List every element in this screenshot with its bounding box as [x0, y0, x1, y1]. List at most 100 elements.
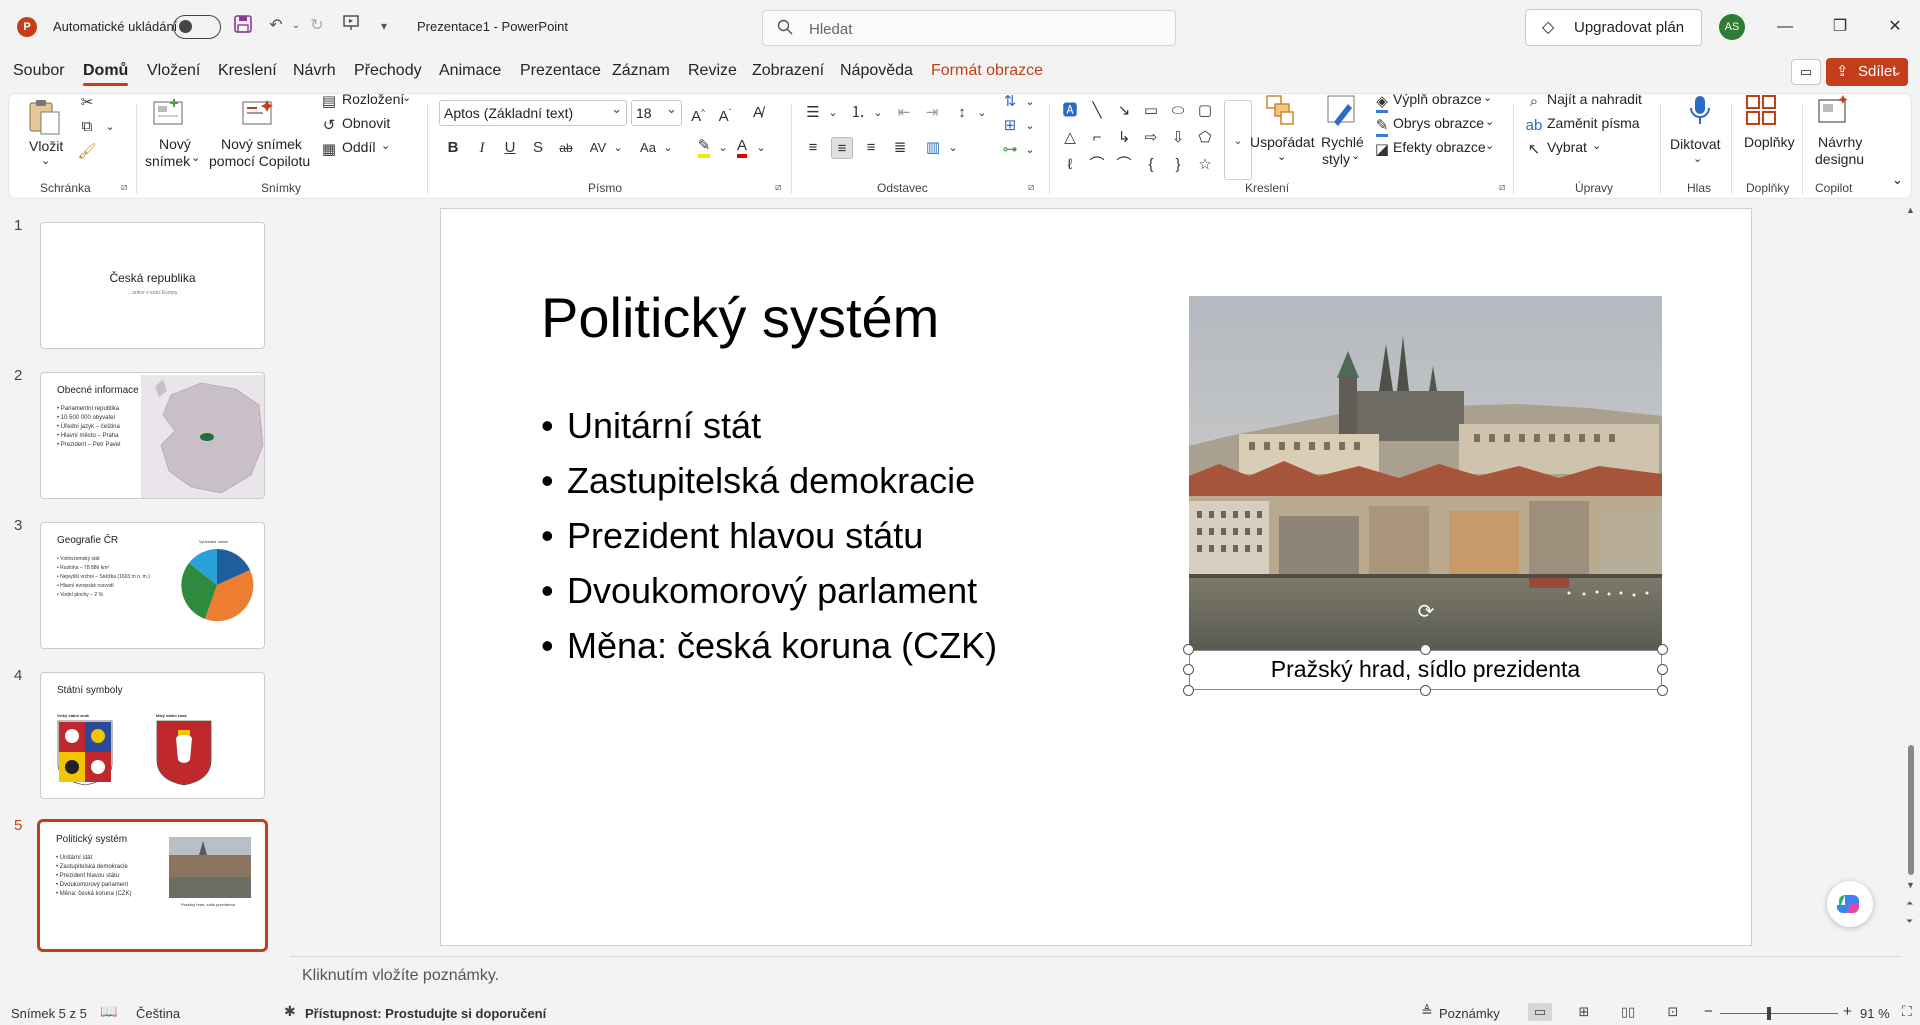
columns-dropdown-icon[interactable]: ⌄ — [942, 137, 964, 159]
tab-domu[interactable]: Domů — [83, 62, 129, 86]
tab-format-obrazce[interactable]: Formát obrazce — [931, 62, 1043, 80]
slide-thumbnail-4[interactable]: Státní symboly Velký státní znak Malý st… — [40, 672, 265, 799]
slide-thumbnail-1[interactable]: Česká republika …srdce v srdci Evropy — [40, 222, 265, 349]
shape-outline-dropdown-icon[interactable]: ⌄ — [1485, 115, 1494, 128]
autosave-toggle[interactable] — [173, 15, 221, 39]
slide-title[interactable]: Politický systém — [541, 285, 939, 350]
section-dropdown-icon[interactable]: ⌄ — [381, 139, 390, 152]
dictate-dropdown-icon[interactable]: ⌄ — [1693, 152, 1702, 165]
vertical-scrollbar[interactable]: ▲ ▼ ⏶ ⏷ — [1904, 205, 1918, 945]
arrange-label[interactable]: Uspořádat — [1250, 134, 1315, 150]
new-slide-icon[interactable] — [152, 98, 186, 132]
notes-toggle-icon[interactable]: ≜ — [1421, 1003, 1433, 1020]
designer-label-1[interactable]: Návrhy — [1818, 134, 1862, 150]
tab-prezentace[interactable]: Prezentace — [520, 62, 601, 80]
copilot-button[interactable] — [1827, 881, 1873, 927]
decrease-font-icon[interactable]: Aˇ — [714, 102, 736, 125]
increase-indent-icon[interactable]: ⇥ — [921, 102, 943, 124]
right-arrow-shape-icon[interactable]: ⇨ — [1140, 127, 1162, 149]
character-spacing-icon[interactable]: AV — [587, 137, 609, 159]
line-shape-icon[interactable]: ╲ — [1086, 100, 1108, 122]
zoom-slider[interactable] — [1720, 1013, 1838, 1014]
minimize-icon[interactable]: — — [1770, 14, 1800, 40]
slide-sorter-icon[interactable]: ⊞ — [1572, 1003, 1596, 1021]
spelling-check-icon[interactable]: 📖 — [100, 1003, 117, 1020]
designer-icon[interactable] — [1816, 94, 1850, 128]
scroll-down-icon[interactable]: ▼ — [1906, 880, 1915, 890]
reset-icon[interactable]: ↺ — [318, 115, 340, 137]
tab-kresleni[interactable]: Kreslení — [218, 62, 277, 80]
shapes-gallery[interactable]: 🅰 ╲ ↘ ▭ ⬭ ▢ △ ⌐ ↳ ⇨ ⇩ ⬠ ℓ ⌒ ⌒ { } ☆ ⌄ — [1057, 100, 1252, 180]
copy-icon[interactable]: ⧉ — [76, 116, 98, 138]
normal-view-icon[interactable]: ▭ — [1528, 1003, 1552, 1021]
scroll-thumb[interactable] — [1908, 745, 1914, 875]
find-replace-label[interactable]: Najít a nahradit — [1547, 91, 1642, 107]
shapes-more-icon[interactable]: ⌄ — [1224, 100, 1252, 180]
select-label[interactable]: Vybrat — [1547, 139, 1587, 155]
fit-to-window-icon[interactable]: ⛶ — [1902, 1003, 1912, 1020]
decrease-indent-icon[interactable]: ⇤ — [893, 102, 915, 124]
change-case-icon[interactable]: Aa — [637, 137, 659, 159]
text-direction-icon[interactable]: ⇅ — [999, 91, 1021, 113]
redo-icon[interactable]: ↻ — [305, 14, 329, 38]
underline-icon[interactable]: U — [499, 137, 521, 159]
layout-icon[interactable]: ▤ — [318, 91, 340, 113]
dictate-label[interactable]: Diktovat — [1670, 136, 1721, 152]
tab-soubor[interactable]: Soubor — [13, 62, 65, 80]
tab-zobrazeni[interactable]: Zobrazení — [752, 62, 824, 80]
dictate-icon[interactable] — [1685, 94, 1715, 128]
increase-font-icon[interactable]: A^ — [687, 102, 709, 125]
freeform-shape-icon[interactable]: ℓ — [1059, 154, 1081, 176]
accessibility-status[interactable]: Přístupnost: Prostudujte si doporučení — [305, 1006, 546, 1021]
resize-handle[interactable] — [1183, 644, 1194, 655]
rectangle-shape-icon[interactable]: ▭ — [1140, 100, 1162, 122]
layout-label[interactable]: Rozložení — [342, 91, 404, 107]
notes-toggle[interactable]: Poznámky — [1439, 1006, 1500, 1021]
align-center-icon[interactable]: ≡ — [831, 137, 853, 159]
snip-rect-shape-icon[interactable]: ⬠ — [1194, 127, 1216, 149]
notes-pane[interactable]: Kliknutím vložíte poznámky. — [290, 956, 1900, 996]
resize-handle[interactable] — [1183, 685, 1194, 696]
resize-handle[interactable] — [1657, 644, 1668, 655]
replace-fonts-label[interactable]: Zaměnit písma — [1547, 115, 1640, 131]
resize-handle[interactable] — [1657, 664, 1668, 675]
shape-fill-dropdown-icon[interactable]: ⌄ — [1483, 91, 1492, 104]
new-slide-label-1[interactable]: Nový — [159, 136, 191, 152]
clipboard-launcher-icon[interactable]: ⧄ — [121, 182, 127, 193]
oval-shape-icon[interactable]: ⬭ — [1167, 100, 1189, 122]
shape-effects-label[interactable]: Efekty obrazce — [1393, 139, 1486, 155]
zoom-slider-thumb[interactable] — [1767, 1007, 1771, 1020]
text-direction-dropdown-icon[interactable]: ⌄ — [1019, 91, 1041, 113]
slide-thumbnail-3[interactable]: Geografie ČR • Vnitrozemský stát • Rozlo… — [40, 522, 265, 649]
designer-label-2[interactable]: designu — [1815, 151, 1864, 167]
elbow-arrow-icon[interactable]: ↳ — [1113, 127, 1135, 149]
line-spacing-dropdown-icon[interactable]: ⌄ — [971, 102, 993, 124]
caption-textbox[interactable]: Pražský hrad, sídlo prezidenta — [1189, 650, 1662, 690]
collapse-ribbon-icon[interactable]: ⌄ — [1892, 172, 1903, 188]
resize-handle[interactable] — [1657, 685, 1668, 696]
rotate-handle-icon[interactable]: ⟳ — [1415, 601, 1437, 623]
quick-styles-label-2[interactable]: styly — [1322, 151, 1350, 167]
columns-icon[interactable]: ▥ — [922, 137, 944, 159]
share-button[interactable]: ⇪ Sdílet ⌄ — [1826, 58, 1908, 86]
strikethrough-icon[interactable]: ab — [555, 137, 577, 159]
tab-napoveda[interactable]: Nápověda — [840, 62, 913, 80]
rounded-rect-shape-icon[interactable]: ▢ — [1194, 100, 1216, 122]
tab-prechody[interactable]: Přechody — [354, 62, 422, 80]
addins-icon[interactable] — [1744, 94, 1778, 128]
save-icon[interactable] — [231, 14, 255, 38]
smartart-dropdown-icon[interactable]: ⌄ — [1019, 139, 1041, 161]
tab-revize[interactable]: Revize — [688, 62, 737, 80]
search-box[interactable]: Hledat — [762, 10, 1176, 46]
arrange-icon[interactable] — [1264, 94, 1298, 128]
shape-outline-label[interactable]: Obrys obrazce — [1393, 115, 1484, 131]
zoom-level[interactable]: 91 % — [1860, 1006, 1890, 1021]
addins-label[interactable]: Doplňky — [1744, 134, 1795, 150]
star-shape-icon[interactable]: ☆ — [1194, 154, 1216, 176]
select-dropdown-icon[interactable]: ⌄ — [1592, 139, 1601, 152]
paste-dropdown-icon[interactable]: ⌄ — [41, 154, 50, 167]
present-from-start-icon[interactable] — [339, 14, 363, 38]
numbering-dropdown-icon[interactable]: ⌄ — [867, 102, 889, 124]
close-icon[interactable]: ✕ — [1880, 14, 1910, 40]
shadow-icon[interactable]: S — [527, 137, 549, 159]
